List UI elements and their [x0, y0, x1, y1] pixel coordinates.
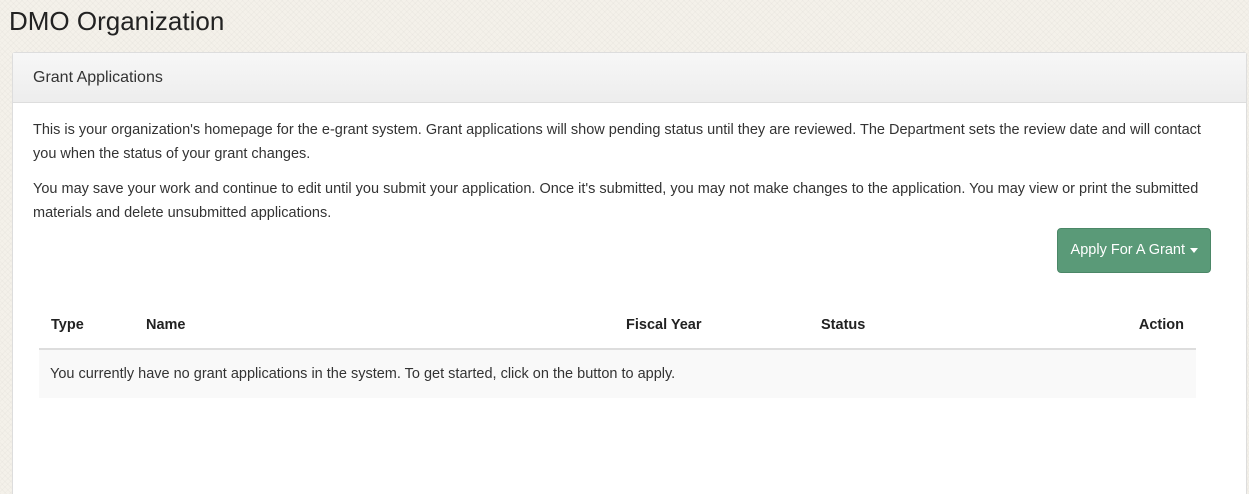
column-header-status: Status: [809, 302, 1039, 350]
column-header-name: Name: [134, 302, 614, 350]
empty-table-message: You currently have no grant applications…: [39, 349, 1196, 398]
apply-row: Apply For A Grant: [1056, 228, 1211, 273]
panel-body: This is your organization's homepage for…: [13, 103, 1246, 225]
page-title: DMO Organization: [9, 6, 225, 36]
caret-down-icon: [1190, 247, 1198, 253]
column-header-action: Action: [1039, 302, 1196, 350]
apply-for-grant-button[interactable]: Apply For A Grant: [1056, 228, 1211, 273]
table-header-row: Type Name Fiscal Year Status Action: [39, 302, 1196, 350]
table-row: You currently have no grant applications…: [39, 349, 1196, 398]
apply-for-grant-label: Apply For A Grant: [1070, 242, 1185, 258]
grant-applications-table: Type Name Fiscal Year Status Action You …: [39, 302, 1196, 398]
column-header-type: Type: [39, 302, 134, 350]
intro-paragraph: This is your organization's homepage for…: [33, 122, 1201, 162]
intro-text: This is your organization's homepage for…: [33, 118, 1226, 225]
grant-applications-panel: Grant Applications This is your organiza…: [12, 52, 1247, 494]
panel-heading: Grant Applications: [13, 53, 1246, 103]
column-header-fiscal-year: Fiscal Year: [614, 302, 809, 350]
intro-paragraph: You may save your work and continue to e…: [33, 181, 1199, 221]
